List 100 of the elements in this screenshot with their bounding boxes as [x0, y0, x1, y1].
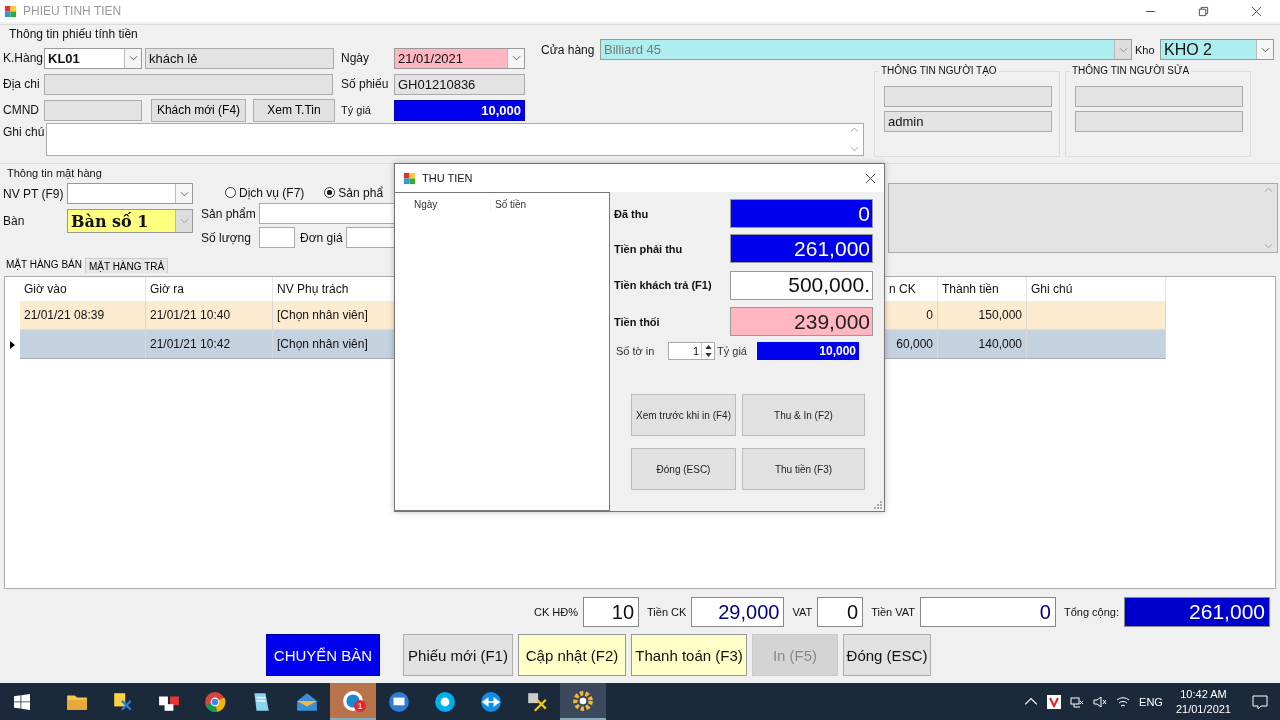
total-field[interactable]: 10	[583, 597, 640, 627]
panel-title: THÔNG TIN NGƯỜI TẠO	[879, 65, 999, 76]
group-title: Thông tin mặt hàng	[6, 166, 103, 180]
field-label: Tiền phải thu	[614, 242, 684, 255]
quantity-field[interactable]	[259, 227, 295, 248]
total-field[interactable]: 0	[817, 597, 864, 627]
tab[interactable]: MẶT HÀNG BÁN	[3, 256, 85, 273]
close-icon[interactable]	[1251, 5, 1262, 17]
group-title: Thông tin phiếu tính tiền	[8, 26, 139, 43]
amount-field[interactable]: 239,000	[730, 307, 873, 336]
language-indicator[interactable]: ENG	[1139, 695, 1163, 708]
dialog-button[interactable]: Xem trước khi in (F4)	[631, 394, 736, 436]
spin-down-icon[interactable]	[704, 353, 712, 357]
table-cell: 60,000	[885, 330, 938, 359]
table-cell: 21/01/21 10:40	[146, 301, 273, 330]
total-field[interactable]: 0	[919, 597, 1056, 627]
caret-icon	[1260, 46, 1270, 53]
new-customer-button[interactable]: Khách mới (F4)	[151, 98, 246, 122]
table-cell: [Chọn nhân viên]	[273, 301, 395, 330]
column-header[interactable]: Ngày	[395, 198, 491, 210]
start-icon[interactable]	[14, 693, 30, 710]
column-header[interactable]: Số tiền	[491, 198, 527, 210]
copies-spinner[interactable]: 1	[668, 342, 715, 360]
dialog-button[interactable]: Đóng (ESC)	[631, 448, 736, 490]
store-dropdown[interactable]: Billiard 45	[600, 39, 1132, 60]
radio-button[interactable]: Sản phẩ	[324, 185, 384, 200]
action-button[interactable]: Thanh toán (F3)	[631, 634, 747, 676]
clock-time[interactable]: 10:42 AM	[1180, 686, 1227, 702]
action-button[interactable]: Đóng (ESC)	[843, 634, 931, 676]
field-label: Tý giá	[341, 104, 372, 116]
staff-dropdown[interactable]	[67, 183, 193, 204]
table-cell: [Chọn nhân viên]	[273, 330, 395, 359]
field-label: Tiền thối	[614, 315, 661, 328]
round-app-icon	[434, 690, 456, 713]
date-picker[interactable]: 21/01/2021	[394, 47, 525, 69]
table-cell: 0	[885, 301, 938, 330]
restore-icon[interactable]	[1198, 5, 1209, 17]
field-label: NV PT (F9)	[3, 186, 65, 201]
dialog-button[interactable]: Thu & In (F2)	[742, 394, 865, 436]
close-icon[interactable]	[865, 172, 876, 184]
amount-field[interactable]: 0	[730, 199, 873, 228]
field-label: Tỷ giá	[717, 345, 748, 357]
table-dropdown[interactable]: Bàn số 1	[67, 209, 193, 233]
field-label: Bàn	[3, 214, 26, 228]
speaker-muted-icon[interactable]	[1093, 694, 1108, 709]
field-label: Tiền khách trả (F1)	[614, 279, 713, 291]
view-info-button[interactable]: Xem T.Tin	[253, 98, 335, 122]
receipt-number-field[interactable]: GH01210836	[394, 73, 525, 95]
total-field[interactable]: 261,000	[1124, 597, 1270, 627]
spin-up-icon[interactable]	[704, 345, 712, 349]
notification-icon[interactable]	[1252, 693, 1268, 710]
action-button[interactable]: CHUYỂN BÀN	[266, 634, 380, 676]
product-field[interactable]	[259, 203, 395, 224]
wifi-icon[interactable]	[1116, 694, 1131, 709]
warehouse-dropdown[interactable]: KHO 2	[1160, 39, 1274, 60]
action-button[interactable]: Cập nhật (F2)	[518, 634, 626, 676]
text-field[interactable]	[1075, 111, 1243, 132]
field-label: K.Hàng	[3, 51, 41, 65]
panel-title: THÔNG TIN NGƯỜI SỬA	[1070, 65, 1192, 76]
radio-circle-icon[interactable]	[324, 187, 336, 198]
radio-circle-icon[interactable]	[225, 187, 236, 198]
field-label: Kho	[1135, 43, 1156, 56]
browser-icon	[204, 690, 226, 713]
customer-name-field[interactable]: khách lẻ	[145, 47, 334, 69]
taskbar-app[interactable]: 1	[330, 683, 376, 720]
table-cell: 150,000	[938, 301, 1027, 330]
address-field[interactable]	[44, 73, 333, 95]
text-field[interactable]	[1075, 86, 1243, 107]
field-label: CMND	[3, 103, 40, 117]
table-cell: 140,000	[938, 330, 1027, 359]
network-icon[interactable]	[1070, 694, 1085, 709]
field-label: Số phiếu	[341, 77, 390, 91]
gear-icon	[572, 689, 594, 712]
field-label: Số lượng	[201, 230, 252, 245]
row-pointer-icon	[10, 340, 15, 349]
amount-field[interactable]: 500,000.	[730, 270, 873, 300]
clock-date[interactable]: 21/01/2021	[1175, 701, 1231, 717]
action-button[interactable]: Phiếu mới (F1)	[403, 634, 513, 676]
exchange-rate-field[interactable]: 10,000	[757, 342, 859, 360]
shield-app-icon[interactable]	[1047, 694, 1062, 709]
creator-name-field[interactable]: admin	[884, 111, 1052, 132]
field-label: Sản phẩm	[201, 206, 257, 221]
id-card-field[interactable]	[44, 99, 142, 121]
customer-code-dropdown[interactable]: KL01	[44, 47, 142, 69]
total-field[interactable]: 29,000	[691, 597, 785, 627]
table-cell: 21/01/21 10:42	[146, 330, 273, 359]
caret-icon	[128, 55, 138, 61]
field-label: Ngày	[341, 51, 370, 65]
text-field[interactable]	[884, 86, 1052, 107]
amount-field[interactable]: 261,000	[730, 234, 873, 263]
tab[interactable]: MẶT HÀNG TRẢ	[84, 258, 169, 273]
dialog-button[interactable]: Thu tiền (F3)	[742, 448, 865, 490]
field-label: Tổng cộng:	[1063, 606, 1119, 618]
wrench-icon	[526, 690, 548, 713]
monitor-icon	[388, 690, 410, 713]
price-field[interactable]	[346, 227, 395, 248]
radio-button[interactable]: Dịch vụ (F7)	[225, 185, 305, 200]
caret-icon	[179, 218, 189, 224]
exchange-rate-field[interactable]: 10,000	[394, 99, 525, 121]
field-label: Tiền VAT	[871, 606, 915, 618]
